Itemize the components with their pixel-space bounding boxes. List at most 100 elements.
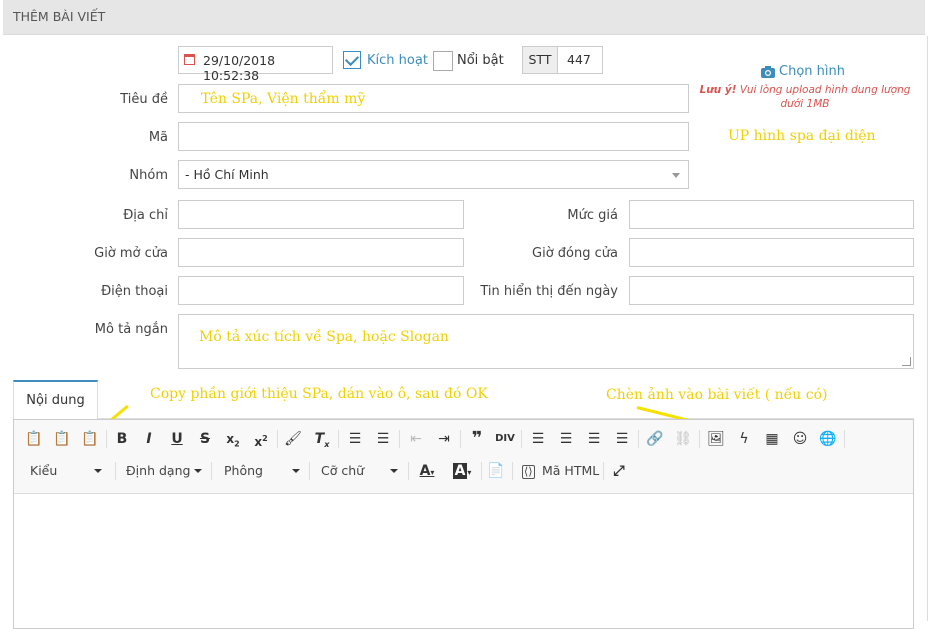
separator	[521, 430, 522, 448]
price-input[interactable]	[629, 200, 914, 229]
featured-checkbox[interactable]	[433, 51, 453, 71]
desc-hint: Mô tả xúc tích về Spa, hoặc Slogan	[199, 329, 449, 345]
separator	[481, 462, 482, 480]
tab-content[interactable]: Nội dung	[13, 380, 98, 420]
stt-input[interactable]: 447	[557, 46, 603, 74]
title-hint: Tên SPa, Viện thẩm mỹ	[201, 91, 366, 107]
size-label: Cỡ chữ	[321, 463, 365, 478]
format-select[interactable]: Định dạng	[118, 460, 206, 482]
align-right-icon[interactable]: ☰	[583, 428, 605, 450]
flash-icon[interactable]: ϟ	[733, 428, 755, 450]
panel-header: THÊM BÀI VIẾT	[3, 0, 925, 35]
address-label: Địa chỉ	[123, 208, 168, 223]
maximize-icon[interactable]: ⤢	[608, 460, 630, 482]
separator	[338, 430, 339, 448]
separator	[211, 462, 212, 480]
desc-textarea[interactable]: Mô tả xúc tích về Spa, hoặc Slogan	[178, 314, 914, 369]
outdent-icon[interactable]: ⇤	[405, 428, 427, 450]
upload-note: Lưu ý! Vui lòng upload hình dung lượng dư…	[690, 83, 920, 111]
strikethrough-icon[interactable]: S	[194, 428, 216, 450]
featured-label: Nổi bật	[457, 53, 504, 68]
unlink-icon[interactable]: ⛓	[672, 428, 694, 450]
align-left-icon[interactable]: ☰	[527, 428, 549, 450]
datetime-field[interactable]: 29/10/2018 10:52:38	[178, 46, 333, 83]
close-time-input[interactable]	[629, 238, 914, 267]
font-label: Phông	[224, 463, 263, 478]
source-html-button[interactable]: ⟨⟩ Mã HTML	[520, 460, 600, 482]
calendar-icon	[184, 54, 195, 65]
superscript-icon[interactable]: x2	[250, 428, 272, 450]
group-label: Nhóm	[129, 168, 168, 183]
group-select[interactable]: - Hồ Chí Minh	[178, 160, 689, 189]
style-label: Kiểu	[30, 463, 58, 478]
table-icon[interactable]: ▦	[761, 428, 783, 450]
remove-format-icon[interactable]: Tx	[311, 428, 333, 450]
align-center-icon[interactable]: ☰	[555, 428, 577, 450]
image-icon[interactable]: 🖼	[705, 428, 727, 450]
active-checkbox[interactable]	[343, 51, 361, 69]
price-label: Mức giá	[567, 208, 618, 223]
phone-label: Điện thoại	[101, 284, 168, 299]
bullet-list-icon[interactable]: ☰	[372, 428, 394, 450]
copy-format-icon[interactable]: 🖌	[282, 428, 304, 450]
datetime-value: 29/10/2018 10:52:38	[203, 53, 276, 83]
chevron-down-icon	[194, 469, 202, 473]
resize-handle-icon[interactable]	[902, 357, 911, 366]
note-prefix: Lưu ý!	[699, 84, 737, 96]
separator	[115, 462, 116, 480]
separator	[277, 430, 278, 448]
indent-icon[interactable]: ⇥	[433, 428, 455, 450]
close-label: Giờ đóng cửa	[532, 246, 618, 261]
justify-icon[interactable]: ☰	[611, 428, 633, 450]
title-label: Tiêu đề	[120, 92, 168, 107]
chevron-down-icon	[292, 469, 300, 473]
document-icon[interactable]: 📄	[485, 460, 507, 482]
format-label: Định dạng	[126, 463, 191, 478]
background-color-icon[interactable]: A ▾	[449, 460, 475, 482]
upload-hint: UP hình spa đại diện	[728, 128, 876, 144]
div-icon[interactable]: DIV	[494, 428, 516, 450]
until-date-input[interactable]	[629, 276, 914, 305]
note-line2: dưới 1MB	[780, 98, 830, 110]
separator	[844, 430, 845, 448]
bold-icon[interactable]: B	[111, 428, 133, 450]
globe-icon[interactable]: 🌐	[817, 428, 839, 450]
choose-image-label: Chọn hình	[779, 64, 845, 79]
blockquote-icon[interactable]: ❞	[466, 428, 488, 450]
link-icon[interactable]: 🔗	[644, 428, 666, 450]
separator	[106, 430, 107, 448]
separator	[309, 462, 310, 480]
source-html-label: Mã HTML	[542, 463, 600, 478]
text-color-icon[interactable]: A▾	[414, 460, 440, 482]
separator	[460, 430, 461, 448]
smiley-icon[interactable]: ☺	[789, 428, 811, 450]
image-hint: Chèn ảnh vào bài viết ( nếu có)	[606, 387, 828, 403]
code-label: Mã	[148, 130, 168, 145]
paste-word-icon[interactable]: 📋	[79, 428, 101, 450]
subscript-icon[interactable]: x2	[222, 428, 244, 450]
chevron-down-icon	[94, 469, 102, 473]
group-value: - Hồ Chí Minh	[185, 167, 269, 182]
open-label: Giờ mở cửa	[94, 246, 168, 261]
address-input[interactable]	[178, 200, 464, 229]
paste-icon[interactable]: 📋	[23, 428, 45, 450]
page-title: THÊM BÀI VIẾT	[13, 9, 106, 24]
open-time-input[interactable]	[178, 238, 464, 267]
paste-text-icon[interactable]: 📋	[51, 428, 73, 450]
stt-label: STT	[522, 46, 558, 74]
numbered-list-icon[interactable]: ☰	[344, 428, 366, 450]
separator	[603, 462, 604, 480]
title-input[interactable]: Tên SPa, Viện thẩm mỹ	[178, 84, 689, 113]
desc-label: Mô tả ngắn	[94, 322, 168, 337]
size-select[interactable]: Cỡ chữ	[314, 460, 402, 482]
note-line1: Vui lòng upload hình dung lượng	[739, 84, 911, 96]
font-select[interactable]: Phông	[216, 460, 304, 482]
separator	[512, 462, 513, 480]
code-input[interactable]	[178, 122, 689, 151]
italic-icon[interactable]: I	[138, 428, 160, 450]
underline-icon[interactable]: U	[166, 428, 188, 450]
style-select[interactable]: Kiểu	[24, 460, 106, 482]
separator	[699, 430, 700, 448]
phone-input[interactable]	[178, 276, 464, 305]
scroll-edge	[927, 36, 928, 621]
